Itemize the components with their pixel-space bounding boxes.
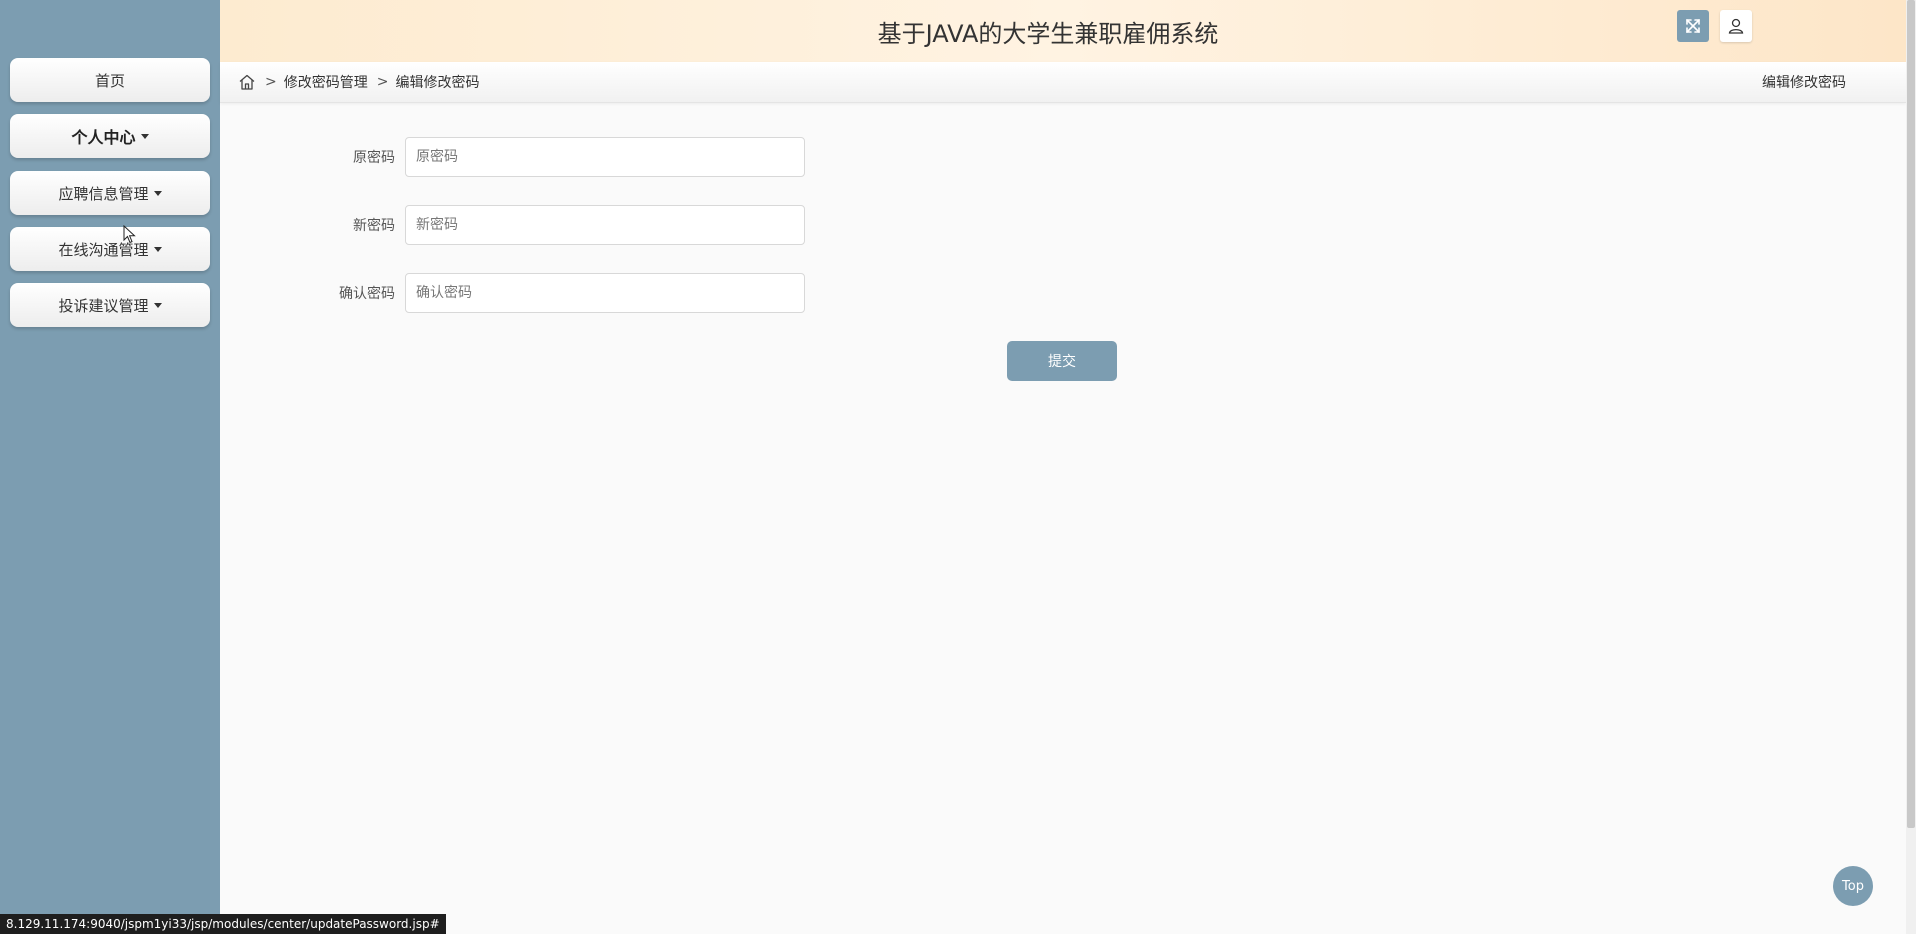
caret-down-icon bbox=[140, 133, 149, 139]
breadcrumb-item-edit-password: 编辑修改密码 bbox=[395, 75, 480, 91]
breadcrumb-separator: > bbox=[265, 74, 277, 90]
user-icon bbox=[1728, 18, 1744, 34]
status-url: 8.129.11.174:9040/jspm1yi33/jsp/modules/… bbox=[0, 914, 446, 934]
fullscreen-button[interactable] bbox=[1677, 10, 1709, 42]
back-to-top-button[interactable]: Top bbox=[1833, 866, 1873, 906]
sidebar-item-label: 个人中心 bbox=[71, 128, 136, 147]
sidebar-item-label: 投诉建议管理 bbox=[58, 296, 149, 315]
sidebar-item-label: 应聘信息管理 bbox=[58, 184, 149, 203]
new-password-input[interactable] bbox=[405, 205, 805, 245]
form-row-old-password: 原密码 bbox=[220, 137, 805, 177]
app-title: 基于JAVA的大学生兼职雇佣系统 bbox=[877, 19, 1219, 48]
caret-down-icon bbox=[153, 246, 162, 252]
breadcrumb: > 修改密码管理 > 编辑修改密码 编辑修改密码 bbox=[220, 62, 1906, 103]
old-password-input[interactable] bbox=[405, 137, 805, 177]
caret-down-icon bbox=[153, 190, 162, 196]
user-button[interactable] bbox=[1720, 10, 1752, 42]
sidebar-item-label: 首页 bbox=[94, 71, 125, 90]
sidebar-item-online-chat-management[interactable]: 在线沟通管理 bbox=[10, 227, 210, 271]
form-row-confirm-password: 确认密码 bbox=[220, 273, 805, 313]
new-password-label: 新密码 bbox=[353, 218, 395, 234]
breadcrumb-separator: > bbox=[376, 74, 389, 90]
confirm-password-label: 确认密码 bbox=[339, 286, 395, 302]
form-row-new-password: 新密码 bbox=[220, 205, 805, 245]
sidebar-item-complaint-management[interactable]: 投诉建议管理 bbox=[10, 283, 210, 327]
page-title: 编辑修改密码 bbox=[1762, 75, 1846, 91]
breadcrumb-item-password-management[interactable]: 修改密码管理 bbox=[284, 72, 368, 92]
page-scrollbar[interactable] bbox=[1906, 0, 1916, 934]
old-password-label: 原密码 bbox=[353, 150, 395, 166]
confirm-password-input[interactable] bbox=[405, 273, 805, 313]
top-header: 基于JAVA的大学生兼职雇佣系统 bbox=[220, 0, 1906, 62]
caret-down-icon bbox=[153, 302, 162, 308]
scrollbar-thumb[interactable] bbox=[1907, 0, 1915, 828]
sidebar-item-personal-center[interactable]: 个人中心 bbox=[10, 114, 210, 158]
sidebar-item-application-management[interactable]: 应聘信息管理 bbox=[10, 171, 210, 215]
sidebar-item-home[interactable]: 首页 bbox=[10, 58, 210, 102]
mouse-cursor-icon bbox=[123, 225, 136, 244]
password-form: 原密码 新密码 确认密码 提交 bbox=[220, 103, 1906, 934]
sidebar: 首页 个人中心 应聘信息管理 在线沟通管理 投诉建议管理 bbox=[0, 0, 220, 934]
home-icon[interactable] bbox=[238, 73, 256, 91]
fullscreen-icon bbox=[1686, 19, 1700, 33]
submit-button[interactable]: 提交 bbox=[1007, 341, 1117, 381]
